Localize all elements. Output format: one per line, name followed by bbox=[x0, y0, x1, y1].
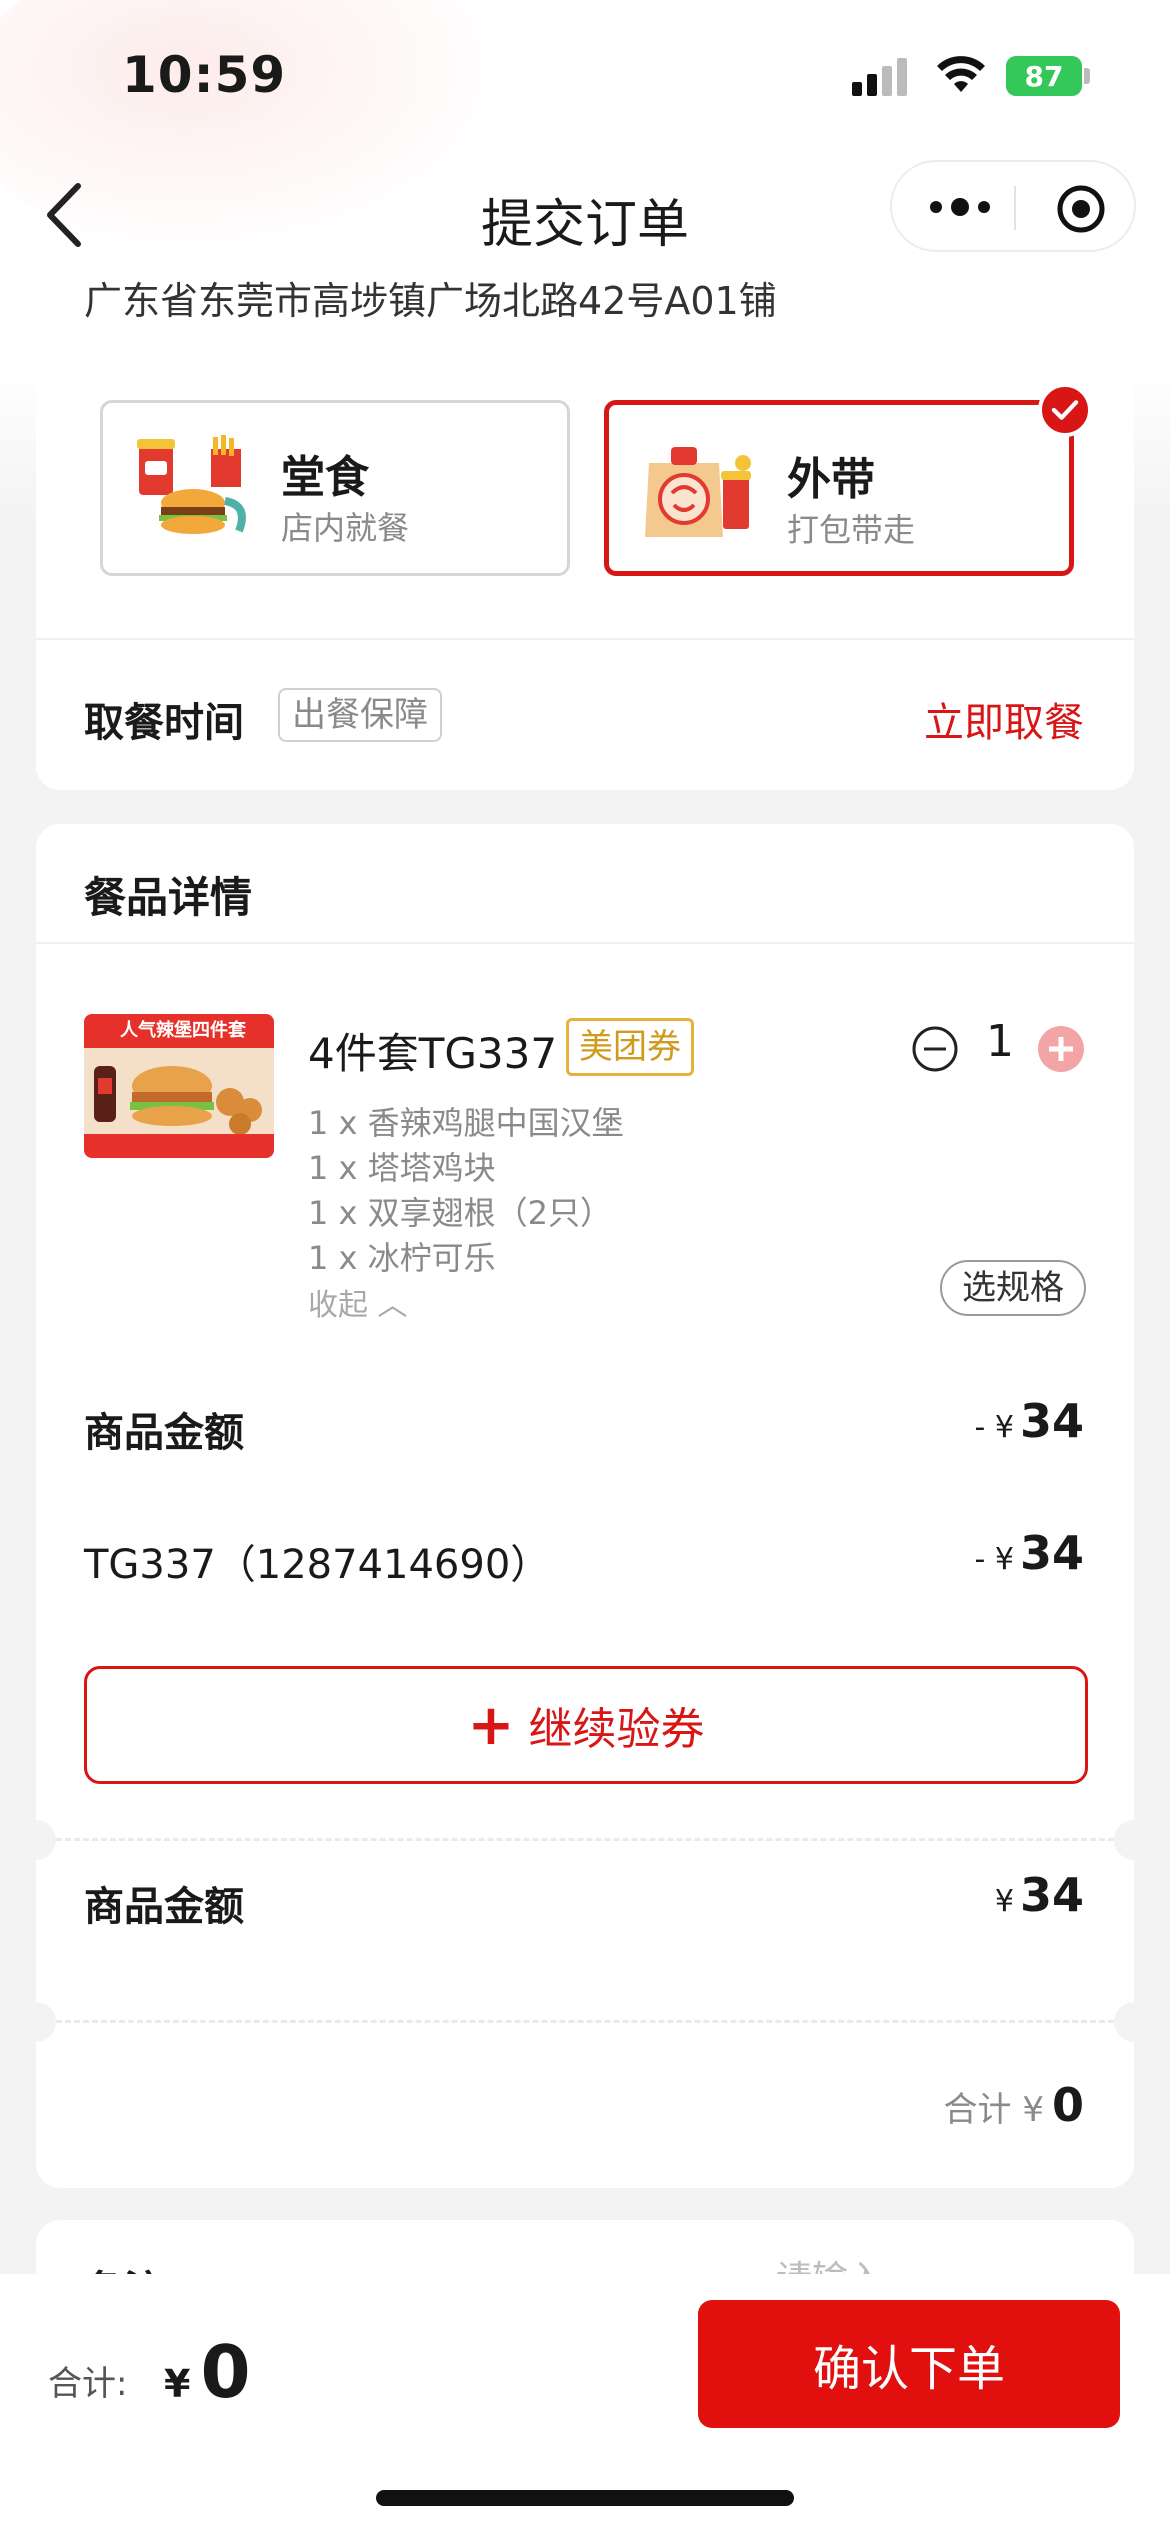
sub-item: 1 x 双享翅根（2只） bbox=[308, 1194, 613, 1232]
sub-item: 1 x 冰柠可乐 bbox=[308, 1239, 496, 1277]
dine-in-subtitle: 店内就餐 bbox=[281, 509, 410, 547]
order-type-card: 堂食 店内就餐 外带 打包带走 取餐时间 出餐保障 立即取餐 bbox=[36, 360, 1134, 790]
plus-icon: + bbox=[467, 1692, 515, 1758]
bottom-total-label: 合计: bbox=[48, 2364, 128, 2404]
subtotal-number: 34 bbox=[1019, 1868, 1084, 1922]
divider bbox=[36, 638, 1134, 640]
goods-amount-label: 商品金额 bbox=[84, 1410, 244, 1456]
collapse-toggle[interactable]: 收起 ︿ bbox=[308, 1280, 408, 1324]
takeaway-option[interactable]: 外带 打包带走 bbox=[604, 400, 1074, 576]
battery-cap bbox=[1084, 68, 1090, 84]
select-spec-button[interactable]: 选规格 bbox=[940, 1260, 1086, 1316]
sub-item: 1 x 香辣鸡腿中国汉堡 bbox=[308, 1104, 624, 1142]
pickup-time-value[interactable]: 立即取餐 bbox=[924, 690, 1084, 748]
dine-in-option[interactable]: 堂食 店内就餐 bbox=[100, 400, 570, 576]
goods-amount-number: 34 bbox=[1019, 1394, 1084, 1448]
coupon-discount-value: - ¥34 bbox=[975, 1526, 1084, 1580]
home-indicator bbox=[376, 2490, 794, 2506]
pickup-time-label: 取餐时间 bbox=[84, 700, 244, 746]
continue-verify-coupon-button[interactable]: + 继续验券 bbox=[84, 1666, 1088, 1784]
store-address: 广东省东莞市高埗镇广场北路42号A01铺 bbox=[84, 279, 777, 323]
ticket-notch bbox=[16, 1820, 56, 1860]
more-options-icon[interactable] bbox=[928, 192, 992, 222]
dashed-divider bbox=[56, 1838, 1114, 1841]
item-name: 4件套TG337 bbox=[308, 1029, 558, 1078]
quantity-decrease-button[interactable] bbox=[910, 1024, 960, 1074]
quantity-increase-button[interactable] bbox=[1036, 1024, 1086, 1074]
capsule-divider bbox=[1014, 186, 1016, 230]
items-section-title: 餐品详情 bbox=[84, 873, 253, 922]
dine-in-title: 堂食 bbox=[281, 452, 369, 503]
subtotal-label: 商品金额 bbox=[84, 1884, 244, 1930]
close-miniprogram-icon[interactable] bbox=[1056, 184, 1106, 234]
pickup-guarantee-tag: 出餐保障 bbox=[278, 688, 442, 742]
card-total-prefix: 合计 ¥ bbox=[943, 2090, 1044, 2130]
card-total-number: 0 bbox=[1051, 2078, 1084, 2132]
dashed-divider bbox=[56, 2020, 1114, 2023]
coupon-tag: 美团券 bbox=[566, 1018, 694, 1076]
order-items-card: 餐品详情 人气辣堡四件套 4件套TG337 美团券 1 1 x 香辣鸡腿中国汉堡… bbox=[16, 824, 1154, 2188]
subtotal-prefix: ¥ bbox=[994, 1884, 1014, 1919]
quantity-value: 1 bbox=[986, 1016, 1014, 1067]
item-image: 人气辣堡四件套 bbox=[84, 1014, 274, 1158]
miniprogram-capsule bbox=[890, 160, 1136, 252]
takeaway-subtitle: 打包带走 bbox=[787, 511, 916, 549]
status-time: 10:59 bbox=[122, 46, 287, 104]
card-total: 合计 ¥0 bbox=[944, 2078, 1084, 2132]
bottom-checkout-bar: 合计: ¥0 确认下单 bbox=[0, 2274, 1170, 2532]
selected-check-icon bbox=[1038, 383, 1092, 437]
bottom-total-number: 0 bbox=[200, 2330, 251, 2414]
subtotal-value: ¥34 bbox=[995, 1868, 1084, 1922]
divider bbox=[36, 942, 1134, 944]
coupon-discount-prefix: - ¥ bbox=[974, 1542, 1014, 1577]
confirm-order-button[interactable]: 确认下单 bbox=[698, 2300, 1120, 2428]
coupon-code-label: TG337（1287414690） bbox=[84, 1542, 551, 1588]
dine-in-meal-icon bbox=[137, 435, 246, 534]
burger-combo-illustration bbox=[84, 1066, 274, 1158]
goods-amount-value: - ¥34 bbox=[975, 1394, 1084, 1448]
ticket-notch bbox=[1114, 1820, 1154, 1860]
coupon-discount-number: 34 bbox=[1019, 1526, 1084, 1580]
takeaway-bag-icon bbox=[645, 447, 751, 537]
currency-symbol: ¥ bbox=[164, 2362, 191, 2406]
ticket-notch bbox=[1114, 2002, 1154, 2042]
battery-level: 87 bbox=[1024, 59, 1064, 93]
item-image-caption: 人气辣堡四件套 bbox=[84, 1014, 274, 1048]
goods-amount-prefix: - ¥ bbox=[974, 1410, 1014, 1445]
wifi-icon bbox=[937, 56, 985, 92]
cellular-signal-icon bbox=[852, 58, 910, 96]
takeaway-title: 外带 bbox=[787, 454, 875, 505]
sub-item: 1 x 塔塔鸡块 bbox=[308, 1149, 496, 1187]
battery-icon: 87 bbox=[1006, 56, 1082, 96]
continue-verify-label: 继续验券 bbox=[528, 1704, 705, 1755]
bottom-total-amount: ¥0 bbox=[164, 2330, 251, 2414]
ticket-notch bbox=[16, 2002, 56, 2042]
